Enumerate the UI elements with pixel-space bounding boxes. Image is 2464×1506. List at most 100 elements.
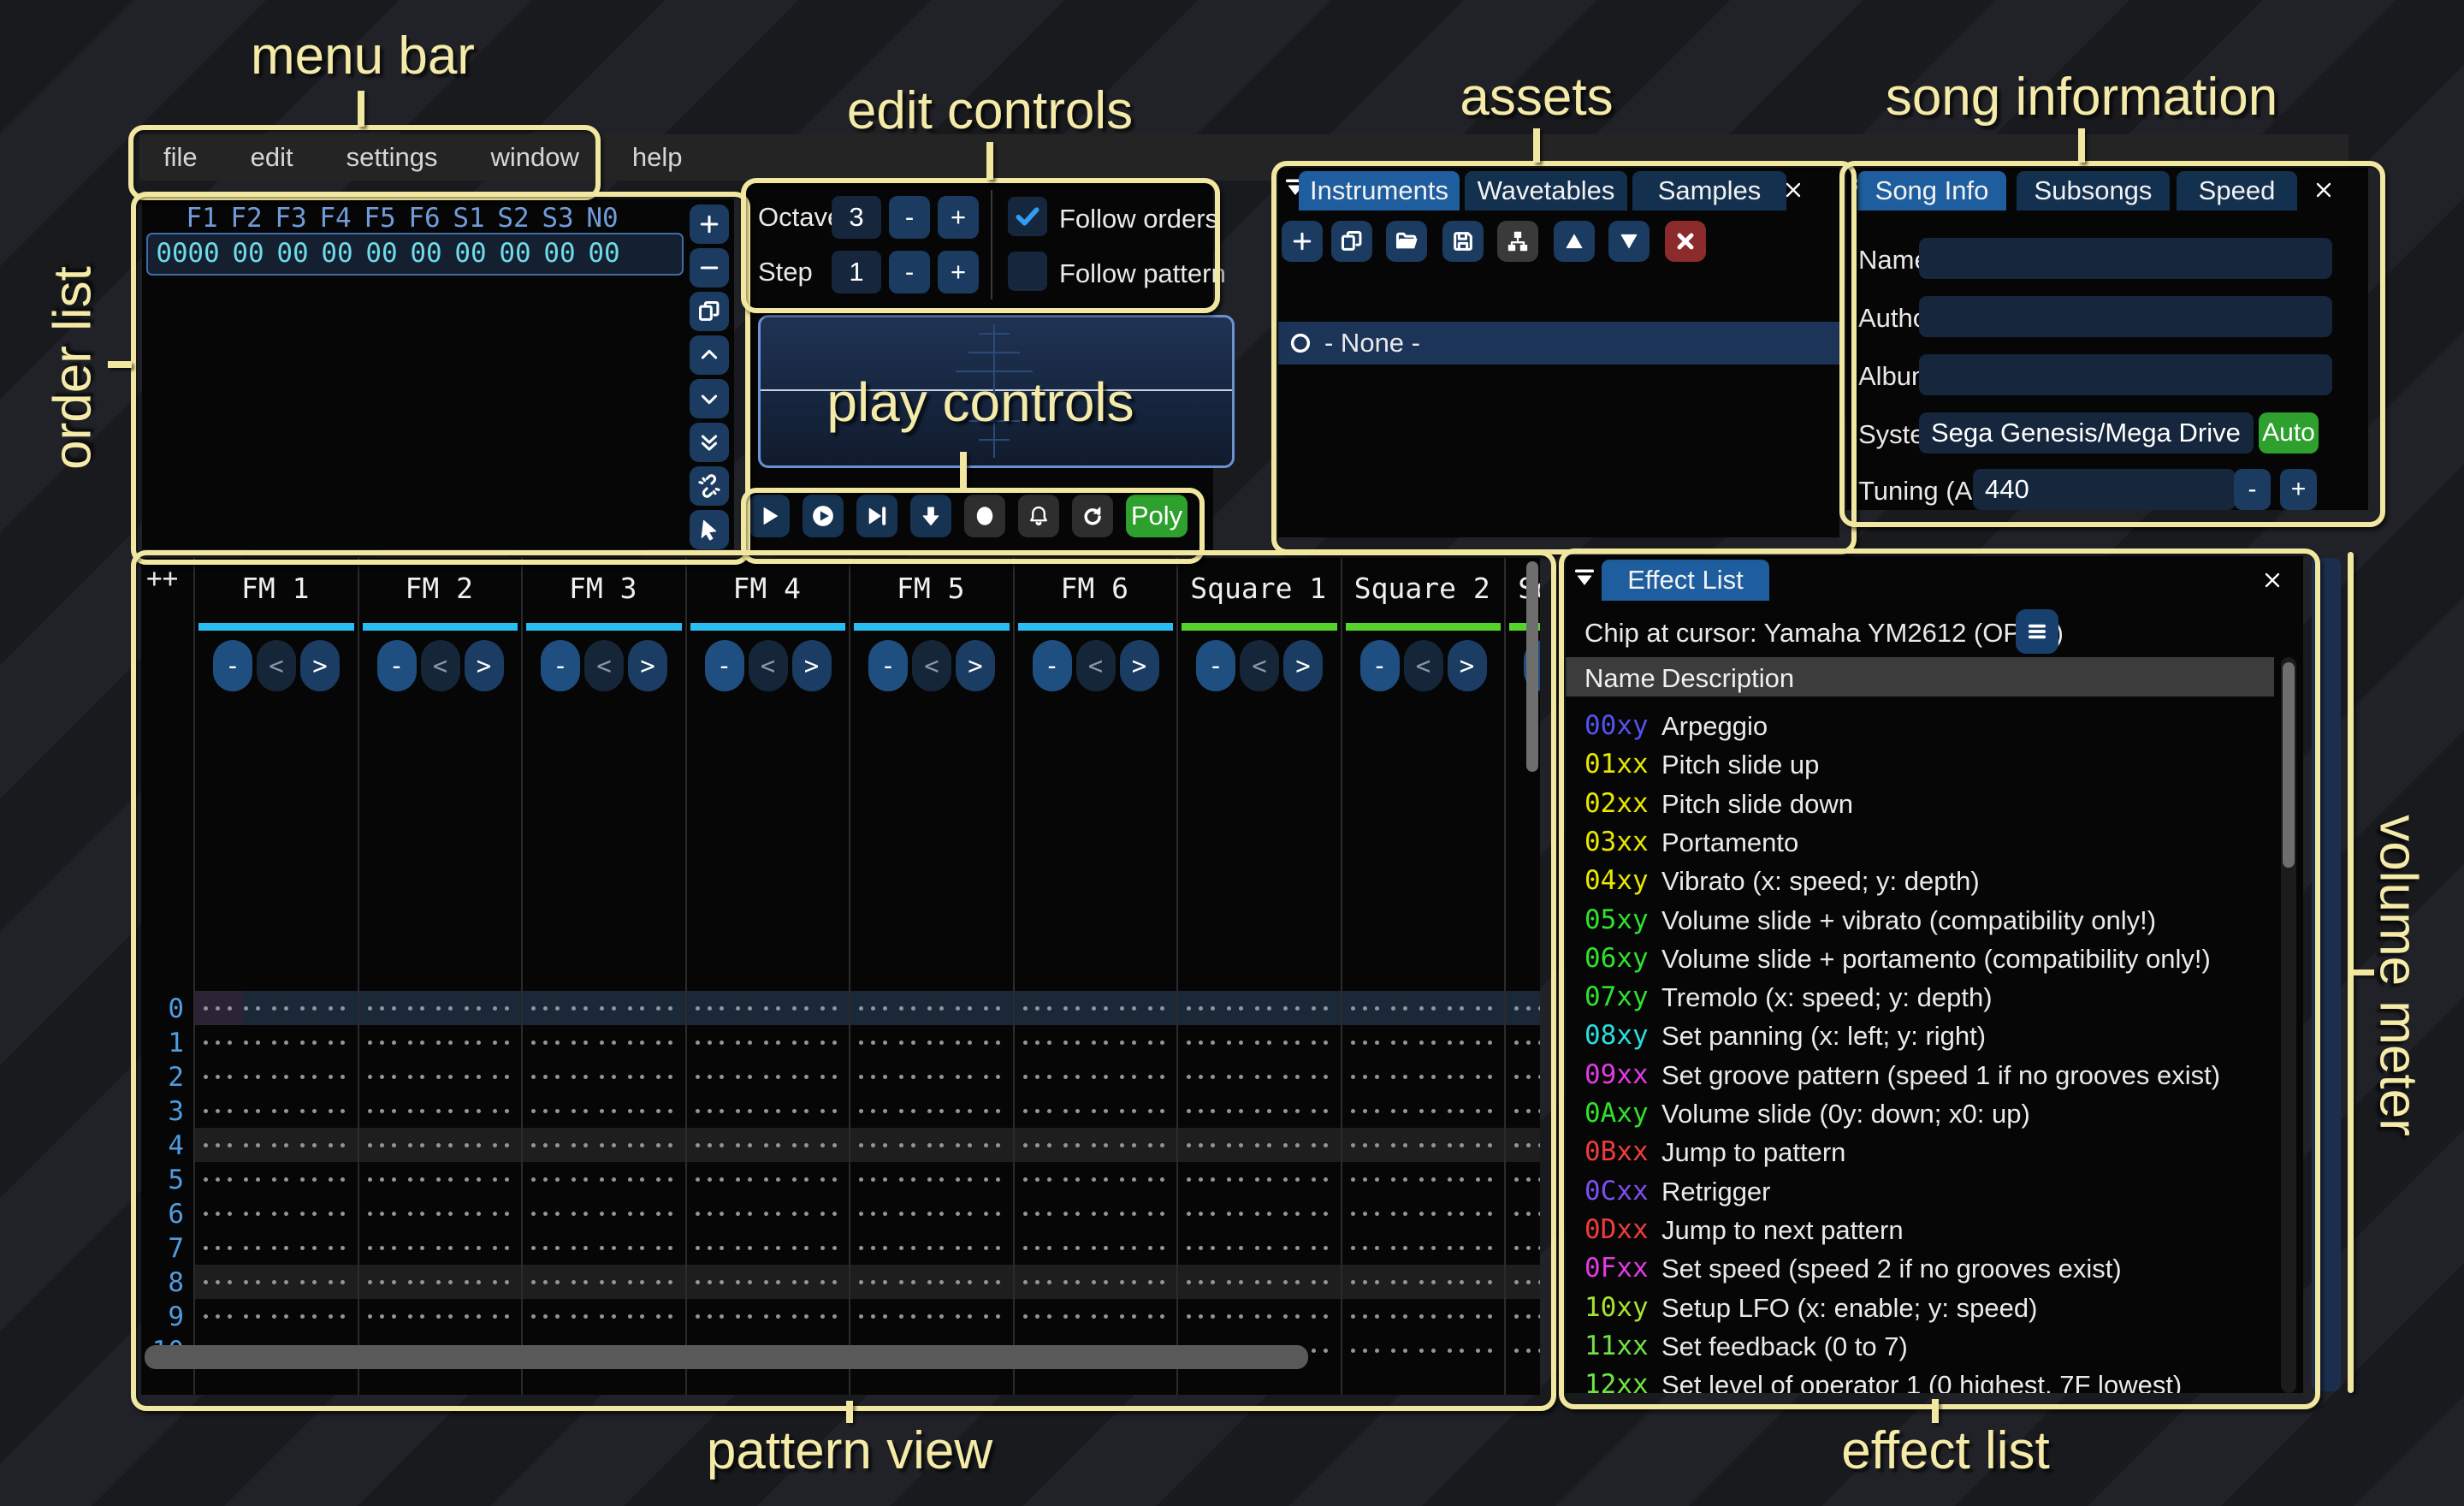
menu-item-settings[interactable]: settings xyxy=(346,142,438,173)
follow-orders-checkbox[interactable] xyxy=(1008,197,1047,236)
pattern-cell[interactable] xyxy=(368,1230,520,1265)
pattern-cell[interactable] xyxy=(531,1059,684,1094)
channel-name-6[interactable]: FM 6 xyxy=(1013,572,1177,605)
pattern-cell[interactable] xyxy=(1514,1196,1540,1230)
order-unlink-button[interactable] xyxy=(690,466,729,506)
follow-pattern-checkbox[interactable] xyxy=(1008,252,1047,291)
shrink-channel-button[interactable]: < xyxy=(421,640,460,691)
pattern-cell[interactable] xyxy=(1023,1128,1176,1162)
pattern-cell[interactable] xyxy=(1514,991,1540,1025)
pattern-cell[interactable] xyxy=(368,1128,520,1162)
assets-move-up-button[interactable] xyxy=(1554,221,1595,262)
pattern-cell[interactable] xyxy=(1514,1162,1540,1196)
pattern-cell[interactable] xyxy=(1187,1162,1339,1196)
octave-increment-button[interactable]: + xyxy=(938,196,979,239)
system-field[interactable]: Sega Genesis/Mega Drive xyxy=(1919,412,2254,454)
pattern-cell[interactable] xyxy=(1187,1230,1339,1265)
tuning-field[interactable]: 440 xyxy=(1973,469,2236,510)
order-move-to-bottom-button[interactable] xyxy=(690,423,729,462)
collapse-channel-button[interactable]: - xyxy=(377,640,417,691)
effect-row[interactable]: 05xyVolume slide + vibrato (compatibilit… xyxy=(1566,901,2274,940)
pattern-vertical-scrollbar[interactable] xyxy=(1526,561,1538,772)
effect-row[interactable]: 04xyVibrato (x: speed; y: depth) xyxy=(1566,862,2274,900)
order-cell[interactable]: 00 xyxy=(315,238,359,269)
pattern-cell[interactable] xyxy=(1514,1094,1540,1128)
pattern-cell[interactable] xyxy=(859,1059,1011,1094)
channel-name-1[interactable]: FM 1 xyxy=(193,572,358,605)
pattern-cell[interactable] xyxy=(1351,1059,1503,1094)
effect-row[interactable]: 08xySet panning (x: left; y: right) xyxy=(1566,1017,2274,1055)
collapse-channel-button[interactable]: - xyxy=(1196,640,1235,691)
pattern-cell[interactable] xyxy=(204,1128,356,1162)
pattern-cell[interactable] xyxy=(859,1128,1011,1162)
song-tab-song-info[interactable]: Song Info xyxy=(1857,171,2006,210)
playback-metronome-button[interactable] xyxy=(1018,495,1059,537)
pattern-cell[interactable] xyxy=(859,1265,1011,1299)
pattern-cell[interactable] xyxy=(1351,1265,1503,1299)
expand-channel-button[interactable]: > xyxy=(1283,640,1323,691)
playback-step-row-button[interactable] xyxy=(910,495,951,537)
effect-row[interactable]: 0AxyVolume slide (0y: down; x0: up) xyxy=(1566,1094,2274,1133)
song-tab-speed[interactable]: Speed xyxy=(2177,171,2297,210)
shrink-channel-button[interactable]: < xyxy=(257,640,296,691)
shrink-channel-button[interactable]: < xyxy=(912,640,951,691)
pattern-cell[interactable] xyxy=(1187,1094,1339,1128)
pattern-cell[interactable] xyxy=(696,1196,848,1230)
shrink-channel-button[interactable]: < xyxy=(749,640,788,691)
pattern-cell[interactable] xyxy=(1514,1333,1540,1367)
pattern-cell[interactable] xyxy=(1514,1025,1540,1059)
pattern-cell[interactable] xyxy=(368,1162,520,1196)
pattern-cell[interactable] xyxy=(531,1162,684,1196)
assets-close-button[interactable] xyxy=(1781,178,1805,202)
expand-channel-button[interactable]: > xyxy=(1448,640,1487,691)
pattern-cell[interactable] xyxy=(1023,1162,1176,1196)
order-cell[interactable]: 00 xyxy=(181,238,226,269)
pattern-cell[interactable] xyxy=(1514,1265,1540,1299)
expand-channel-button[interactable]: > xyxy=(465,640,504,691)
order-move-down-button[interactable] xyxy=(690,379,729,418)
menu-item-file[interactable]: file xyxy=(163,142,198,173)
album-field[interactable] xyxy=(1919,354,2332,395)
pattern-cell[interactable] xyxy=(531,991,684,1025)
effect-list-scrollbar[interactable] xyxy=(2283,662,2295,868)
pattern-cell[interactable] xyxy=(531,1299,684,1333)
pattern-cell[interactable] xyxy=(696,1265,848,1299)
pattern-cell[interactable] xyxy=(696,1128,848,1162)
pattern-cell[interactable] xyxy=(204,1265,356,1299)
pattern-cell[interactable] xyxy=(696,991,848,1025)
pattern-cell[interactable] xyxy=(1187,1128,1339,1162)
order-cell[interactable]: 00 xyxy=(537,238,582,269)
pattern-cell[interactable] xyxy=(1514,1059,1540,1094)
channel-name-5[interactable]: FM 5 xyxy=(849,572,1013,605)
collapse-channel-button[interactable]: - xyxy=(541,640,580,691)
playback-play-button[interactable] xyxy=(749,495,790,537)
order-cell[interactable]: 00 xyxy=(448,238,493,269)
instrument-list-item[interactable]: - None - xyxy=(1278,322,1839,365)
pattern-horizontal-scrollbar[interactable] xyxy=(145,1345,1308,1369)
playback-record-button[interactable] xyxy=(964,495,1005,537)
pattern-cell[interactable] xyxy=(1023,1196,1176,1230)
effect-list-menu-button[interactable] xyxy=(2016,609,2058,654)
poly-button[interactable]: Poly xyxy=(1126,495,1188,537)
pattern-cell[interactable] xyxy=(1187,991,1339,1025)
effect-list-close-button[interactable] xyxy=(2260,568,2284,592)
effect-row[interactable]: 0CxxRetrigger xyxy=(1566,1172,2274,1211)
playback-play-pattern-button[interactable] xyxy=(803,495,844,537)
pattern-cell[interactable] xyxy=(1023,1025,1176,1059)
order-cell[interactable]: 00 xyxy=(226,238,270,269)
order-cell[interactable]: 00 xyxy=(270,238,315,269)
collapse-channel-button[interactable]: - xyxy=(868,640,908,691)
pattern-cell[interactable] xyxy=(1023,1094,1176,1128)
expand-channel-button[interactable]: > xyxy=(792,640,832,691)
pattern-cell[interactable] xyxy=(1351,1128,1503,1162)
expand-channel-button[interactable]: > xyxy=(300,640,340,691)
song-tab-subsongs[interactable]: Subsongs xyxy=(2017,171,2170,210)
effect-row[interactable]: 06xyVolume slide + portamento (compatibi… xyxy=(1566,940,2274,978)
order-cell[interactable]: 00 xyxy=(404,238,448,269)
pattern-cell[interactable] xyxy=(1187,1196,1339,1230)
tuning-increment-button[interactable]: + xyxy=(2280,469,2317,510)
pattern-cell[interactable] xyxy=(204,1196,356,1230)
channel-name-3[interactable]: FM 3 xyxy=(521,572,685,605)
effect-row[interactable]: 0FxxSet speed (speed 2 if no grooves exi… xyxy=(1566,1249,2274,1288)
pattern-cell[interactable] xyxy=(859,1299,1011,1333)
